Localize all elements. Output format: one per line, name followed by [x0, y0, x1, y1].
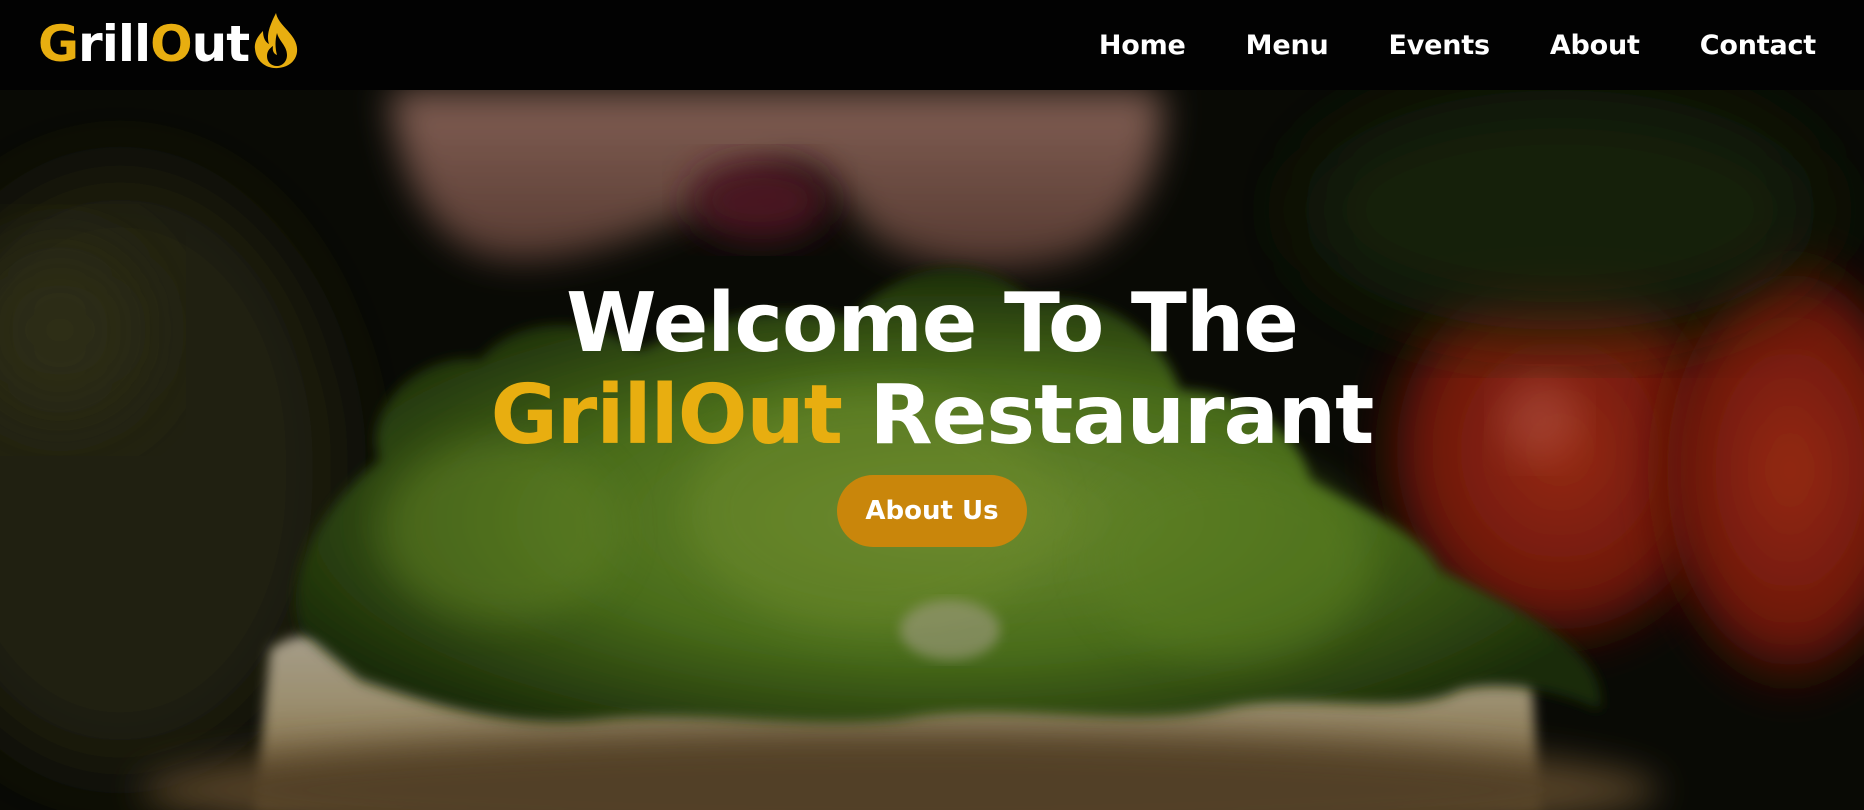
logo-text-rill: rill: [78, 15, 151, 73]
hero-title-line1: Welcome To The: [566, 276, 1299, 371]
nav-menu[interactable]: Menu: [1246, 30, 1329, 61]
nav-events[interactable]: Events: [1389, 30, 1491, 61]
nav-contact[interactable]: Contact: [1700, 30, 1816, 61]
logo-text-ut: ut: [191, 15, 250, 73]
logo-letter-o: O: [150, 15, 193, 73]
logo-letter-g: G: [38, 15, 79, 73]
main-nav: Home Menu Events About Contact: [1039, 0, 1816, 90]
hero-content: Welcome To The GrillOut Restaurant About…: [0, 90, 1864, 810]
hero-section: Welcome To The GrillOut Restaurant About…: [0, 90, 1864, 810]
nav-home[interactable]: Home: [1099, 30, 1186, 61]
hero-title: Welcome To The GrillOut Restaurant: [0, 278, 1864, 462]
logo-link[interactable]: G rill O ut: [38, 12, 302, 76]
flame-icon: [255, 13, 298, 69]
nav-about[interactable]: About: [1550, 30, 1640, 61]
about-us-button[interactable]: About Us: [837, 475, 1027, 547]
hero-title-accent: GrillOut: [490, 368, 843, 463]
navbar: G rill O ut Home Menu Events About Conta…: [0, 0, 1864, 90]
hero-title-rest: Restaurant: [841, 368, 1375, 463]
